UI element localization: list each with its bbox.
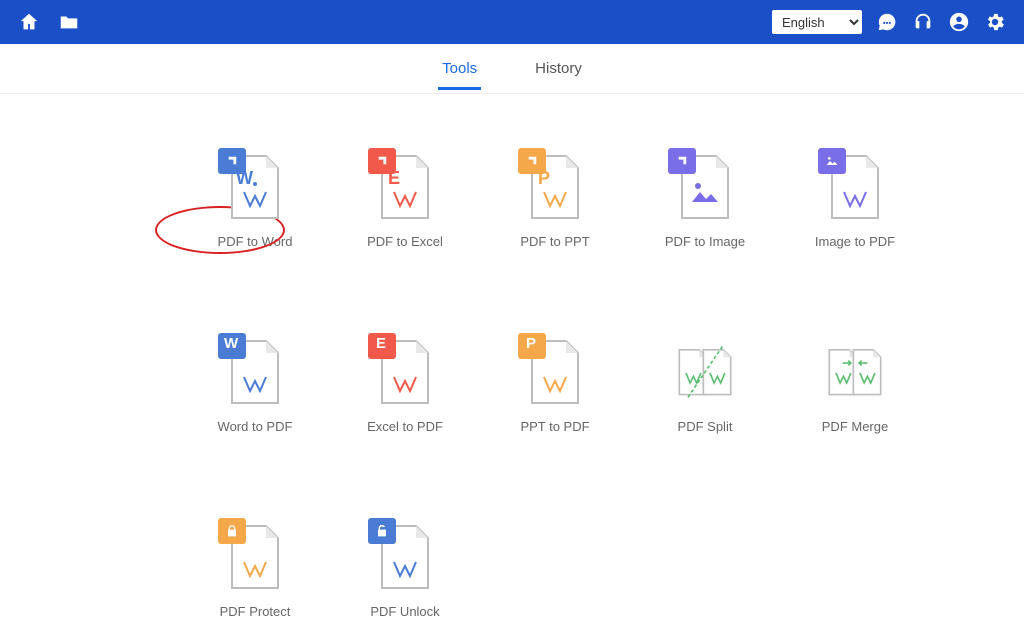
letter-e-icon: E: [388, 168, 400, 189]
chat-icon[interactable]: [876, 11, 898, 33]
file-icon-pdf: [826, 154, 884, 222]
tool-label: PDF Merge: [822, 419, 888, 434]
tabs-bar: Tools History: [0, 44, 1024, 94]
split-icon: [676, 339, 734, 407]
tab-history[interactable]: History: [531, 48, 586, 89]
tool-label: PDF to Excel: [367, 234, 443, 249]
app-header: English: [0, 0, 1024, 44]
tool-pdf-split[interactable]: PDF Split: [630, 339, 780, 434]
tool-label: PDF Unlock: [370, 604, 439, 619]
file-icon-pdf: [676, 154, 734, 222]
tools-grid: W PDF to Word E PDF to Excel P PD: [30, 154, 994, 619]
headphones-icon[interactable]: [912, 11, 934, 33]
header-left: [18, 11, 80, 33]
letter-p-icon: P: [526, 335, 536, 352]
tool-pdf-to-excel[interactable]: E PDF to Excel: [330, 154, 480, 249]
file-icon-pdf: E: [376, 339, 434, 407]
file-icon-pdf: P: [526, 339, 584, 407]
language-select[interactable]: English: [772, 10, 862, 34]
file-icon-pdf: [226, 524, 284, 592]
letter-e-icon: E: [376, 335, 386, 352]
tool-label: Image to PDF: [815, 234, 895, 249]
tool-label: PDF Split: [678, 419, 733, 434]
letter-w-icon: W: [224, 335, 238, 352]
tool-label: PDF to PPT: [520, 234, 589, 249]
letter-w-icon: W: [236, 168, 253, 189]
tool-pdf-to-word[interactable]: W PDF to Word: [180, 154, 330, 249]
tool-pdf-to-image[interactable]: PDF to Image: [630, 154, 780, 249]
header-right: English: [772, 10, 1006, 34]
tool-label: PDF Protect: [220, 604, 291, 619]
tool-label: Excel to PDF: [367, 419, 443, 434]
tool-pdf-to-ppt[interactable]: P PDF to PPT: [480, 154, 630, 249]
letter-p-icon: P: [538, 168, 550, 189]
image-badge-icon: [818, 148, 846, 174]
file-icon-pdf: E: [376, 154, 434, 222]
tools-panel: W PDF to Word E PDF to Excel P PD: [0, 94, 1024, 619]
tool-label: PPT to PDF: [520, 419, 589, 434]
file-icon-pdf: W: [226, 339, 284, 407]
pdf-badge-icon: [668, 148, 696, 174]
tool-word-to-pdf[interactable]: W Word to PDF: [180, 339, 330, 434]
tool-pdf-protect[interactable]: PDF Protect: [180, 524, 330, 619]
tool-pdf-unlock[interactable]: PDF Unlock: [330, 524, 480, 619]
file-icon-pdf: [376, 524, 434, 592]
tool-label: PDF to Word: [218, 234, 293, 249]
profile-icon[interactable]: [948, 11, 970, 33]
home-icon[interactable]: [18, 11, 40, 33]
merge-icon: [826, 339, 884, 407]
tab-tools[interactable]: Tools: [438, 48, 481, 89]
unlock-icon: [368, 518, 396, 544]
file-icon-pdf: P: [526, 154, 584, 222]
tool-ppt-to-pdf[interactable]: P PPT to PDF: [480, 339, 630, 434]
tool-image-to-pdf[interactable]: Image to PDF: [780, 154, 930, 249]
tool-pdf-merge[interactable]: PDF Merge: [780, 339, 930, 434]
lock-icon: [218, 518, 246, 544]
tool-label: PDF to Image: [665, 234, 745, 249]
folder-icon[interactable]: [58, 11, 80, 33]
tool-label: Word to PDF: [218, 419, 293, 434]
gear-icon[interactable]: [984, 11, 1006, 33]
tool-excel-to-pdf[interactable]: E Excel to PDF: [330, 339, 480, 434]
file-icon-pdf: W: [226, 154, 284, 222]
